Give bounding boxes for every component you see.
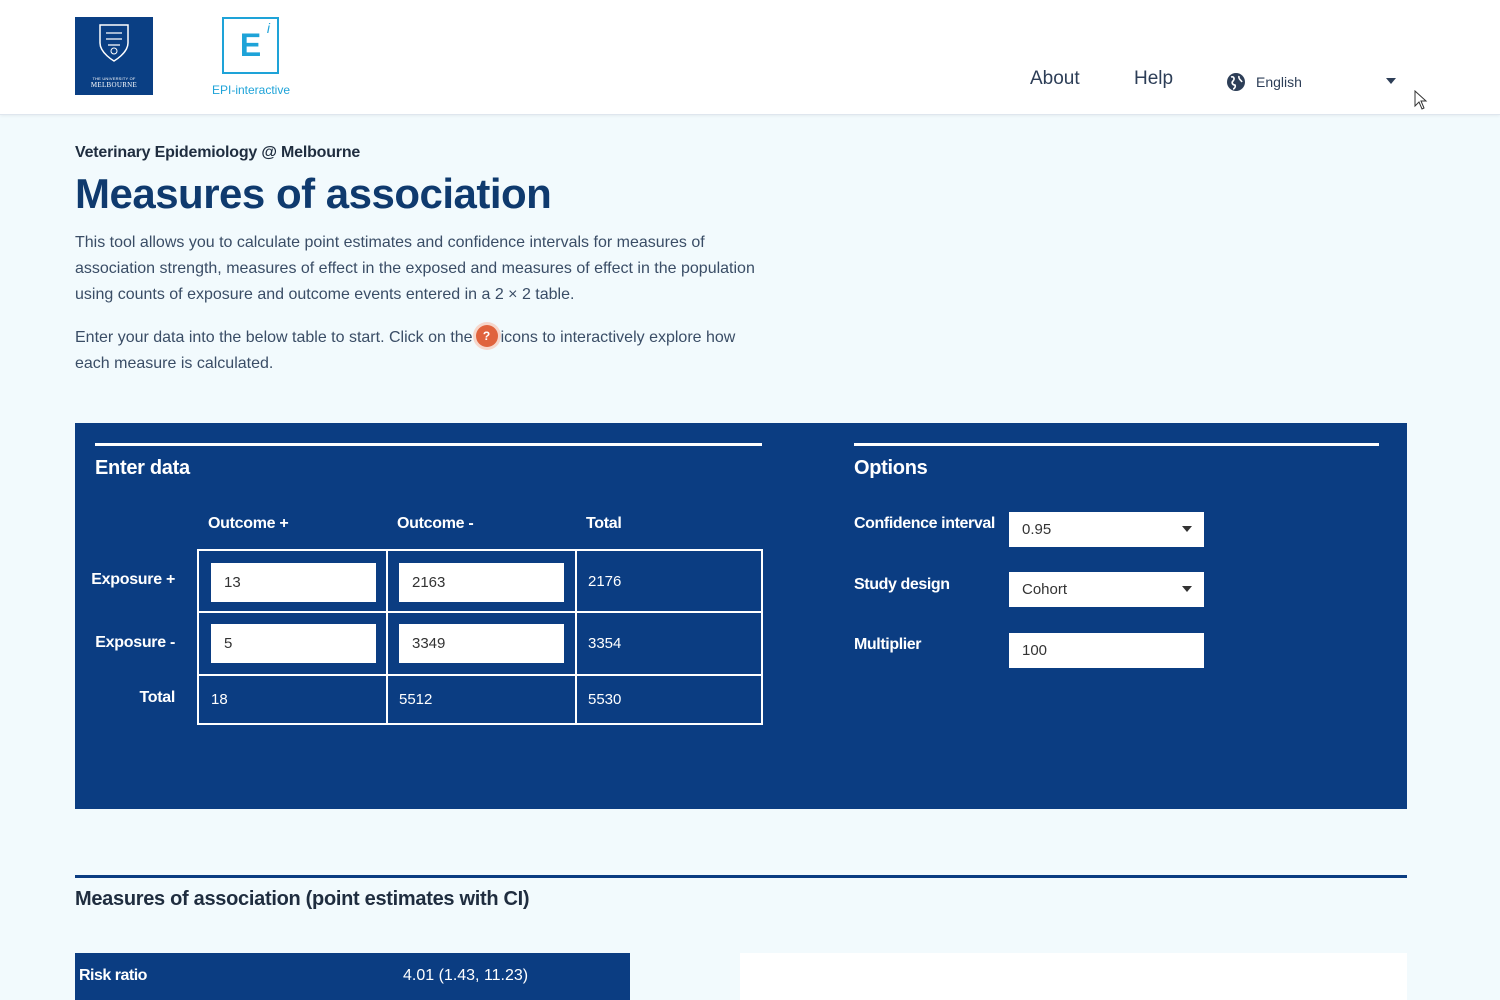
breadcrumb[interactable]: Veterinary Epidemiology @ Melbourne — [75, 144, 360, 162]
university-logo-name: MELBOURNE — [90, 81, 138, 89]
language-selector[interactable]: English — [1226, 70, 1396, 94]
data-options-panel: Enter data Outcome + Outcome - Total Exp… — [75, 423, 1407, 809]
university-logo[interactable]: THE UNIVERSITY OF MELBOURNE — [75, 17, 153, 95]
exposure-pos-total: 2176 — [588, 573, 622, 590]
study-design-select[interactable]: Cohort — [1009, 572, 1204, 607]
help-icon: ? — [475, 325, 498, 348]
confidence-interval-label: Confidence interval — [854, 515, 995, 532]
risk-ratio-label: Risk ratio — [79, 967, 147, 984]
multiplier-input[interactable] — [1009, 633, 1204, 668]
row-header-total: Total — [139, 689, 175, 706]
epi-logo-label: EPI-interactive — [211, 83, 291, 97]
options-rule — [854, 443, 1379, 446]
study-design-label: Study design — [854, 576, 950, 593]
results-explanation-panel — [740, 953, 1407, 1000]
nav-help-link[interactable]: Help — [1134, 68, 1173, 90]
table-divider — [386, 551, 388, 723]
chevron-down-icon — [1182, 526, 1192, 532]
row-header-exposure-neg: Exposure - — [95, 634, 175, 651]
mouse-cursor-icon — [1414, 90, 1428, 110]
confidence-interval-value: 0.95 — [1022, 521, 1052, 538]
language-selected: English — [1256, 74, 1302, 90]
study-design-value: Cohort — [1022, 581, 1068, 598]
results-section-title: Measures of association (point estimates… — [75, 888, 530, 910]
exposure-neg-total: 3354 — [588, 635, 622, 652]
exposure-pos-outcome-neg-input[interactable] — [399, 563, 564, 602]
risk-ratio-value: 4.01 (1.43, 11.23) — [403, 967, 529, 984]
chevron-down-icon — [1386, 78, 1396, 84]
nav-about-link[interactable]: About — [1030, 68, 1080, 90]
total-outcome-neg: 5512 — [399, 691, 433, 708]
two-by-two-table: 2176 3354 18 5512 5530 — [197, 549, 763, 725]
crest-icon — [99, 24, 129, 62]
page-title: Measures of association — [75, 170, 552, 217]
epi-logo-letter: E — [239, 27, 262, 63]
options-heading: Options — [854, 457, 928, 479]
epi-logo-superscript: i — [266, 20, 270, 36]
intro-paragraph: This tool allows you to calculate point … — [75, 234, 755, 303]
table-divider — [199, 674, 761, 676]
site-header: THE UNIVERSITY OF MELBOURNE E i EPI-inte… — [0, 0, 1500, 115]
exposure-pos-outcome-pos-input[interactable] — [211, 563, 376, 602]
table-divider — [199, 611, 761, 613]
results-rule — [75, 875, 1407, 878]
column-header-outcome-pos: Outcome + — [208, 515, 289, 532]
exposure-neg-outcome-neg-input[interactable] — [399, 624, 564, 663]
result-row-risk-ratio[interactable]: Risk ratio 4.01 (1.43, 11.23) — [75, 953, 630, 1000]
total-outcome-pos: 18 — [211, 691, 228, 708]
enter-data-heading: Enter data — [95, 457, 190, 479]
multiplier-label: Multiplier — [854, 636, 922, 653]
column-header-outcome-neg: Outcome - — [397, 515, 474, 532]
exposure-neg-outcome-pos-input[interactable] — [211, 624, 376, 663]
epi-logo-mark: E i — [222, 17, 279, 74]
column-header-total: Total — [586, 515, 622, 532]
globe-icon — [1227, 73, 1245, 91]
instructions-text-before: Enter your data into the below table to … — [75, 329, 473, 346]
grand-total: 5530 — [588, 691, 622, 708]
row-header-exposure-pos: Exposure + — [91, 571, 175, 588]
enter-data-rule — [95, 443, 762, 446]
instructions-paragraph: Enter your data into the below table to … — [75, 325, 755, 377]
epi-interactive-logo[interactable]: E i EPI-interactive — [203, 17, 299, 99]
table-divider — [575, 551, 577, 723]
confidence-interval-select[interactable]: 0.95 — [1009, 512, 1204, 547]
chevron-down-icon — [1182, 586, 1192, 592]
